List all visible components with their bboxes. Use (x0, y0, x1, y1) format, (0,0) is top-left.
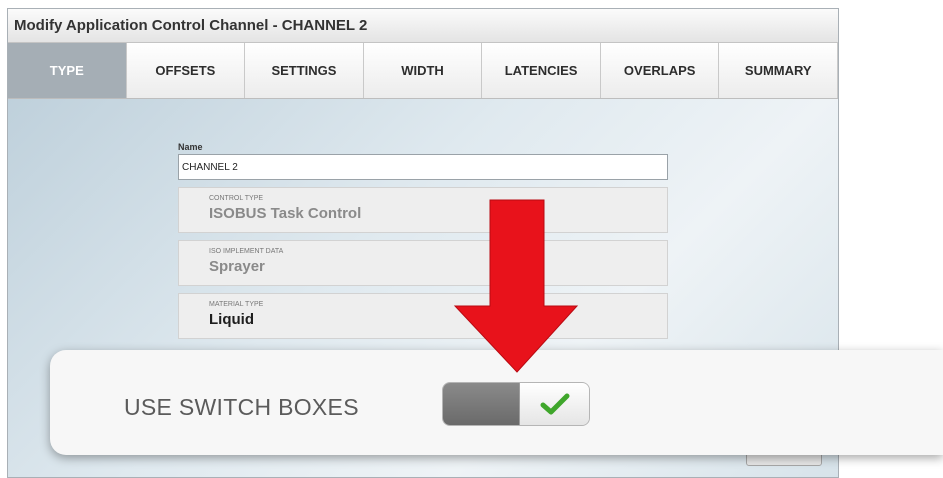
tab-overlaps[interactable]: OVERLAPS (600, 43, 720, 98)
use-switch-boxes-label: USE SWITCH BOXES (124, 394, 359, 420)
tab-summary[interactable]: SUMMARY (719, 43, 838, 98)
control-type-label: CONTROL TYPE (209, 195, 264, 202)
channel-form: Name CHANNEL 2 CONTROL TYPE ISOBUS Task … (178, 142, 668, 339)
tab-latencies[interactable]: LATENCIES (482, 43, 601, 98)
window-title: Modify Application Control Channel - CHA… (8, 9, 838, 43)
toggle-knob (519, 383, 589, 425)
tab-settings[interactable]: SETTINGS (245, 43, 364, 98)
control-type-field: CONTROL TYPE ISOBUS Task Control (178, 187, 668, 233)
tab-width[interactable]: WIDTH (363, 43, 483, 98)
tab-offsets[interactable]: OFFSETS (126, 43, 246, 98)
down-arrow-icon (453, 199, 579, 373)
check-icon (540, 393, 570, 415)
use-switch-boxes-toggle[interactable] (442, 382, 590, 426)
iso-implement-data-label: ISO IMPLEMENT DATA (209, 248, 284, 255)
material-type-field[interactable]: MATERIAL TYPE Liquid (178, 293, 668, 339)
tab-type[interactable]: TYPE (8, 43, 127, 98)
toggle-off-track (443, 383, 519, 425)
name-field[interactable]: CHANNEL 2 (178, 154, 668, 180)
material-type-label: MATERIAL TYPE (209, 301, 264, 308)
control-type-value: ISOBUS Task Control (209, 205, 362, 222)
iso-implement-data-field: ISO IMPLEMENT DATA Sprayer (178, 240, 668, 286)
tab-bar: TYPE OFFSETS SETTINGS WIDTH LATENCIES OV… (8, 43, 838, 99)
material-type-value: Liquid (209, 311, 254, 328)
name-label: Name (178, 142, 203, 152)
iso-implement-data-value: Sprayer (209, 258, 265, 275)
